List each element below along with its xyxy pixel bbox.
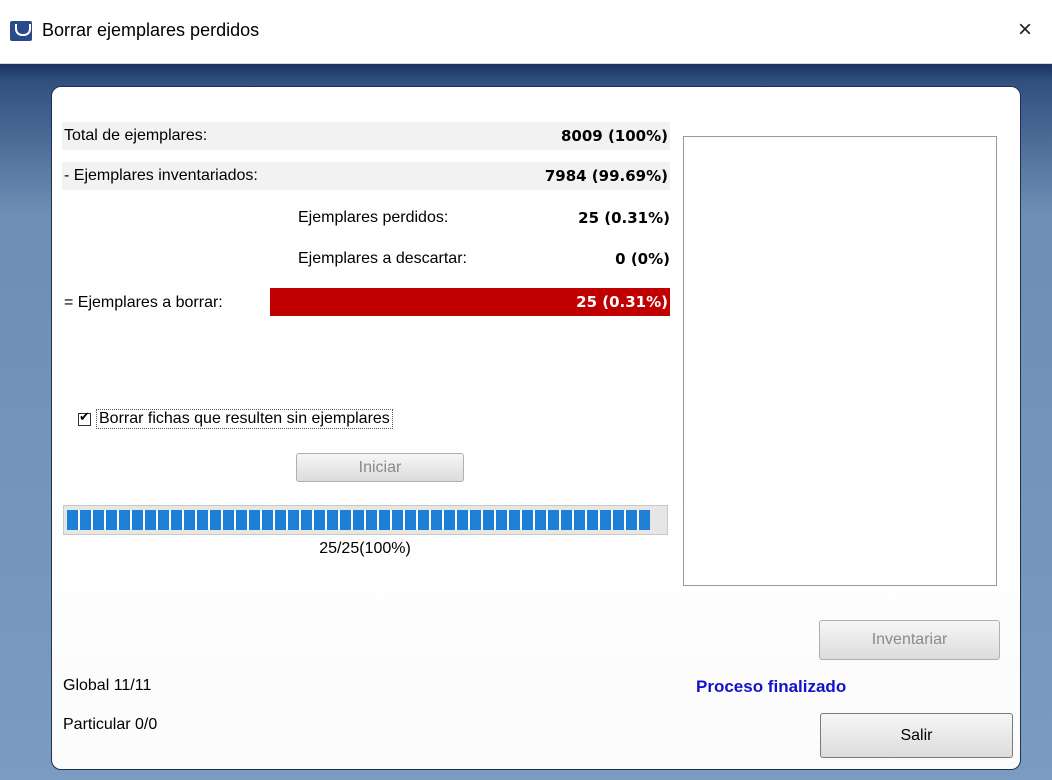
- progress-bar: [63, 505, 668, 535]
- window-title: Borrar ejemplares perdidos: [42, 20, 260, 40]
- inventoried-label: - Ejemplares inventariados:: [64, 167, 258, 184]
- lost-value: 25 (0.31%): [578, 209, 670, 227]
- delete-value: 25 (0.31%): [576, 293, 668, 311]
- delete-bar: 25 (0.31%): [270, 288, 670, 316]
- log-listbox[interactable]: [683, 136, 997, 586]
- close-icon[interactable]: ×: [1012, 16, 1038, 44]
- progress-text: 25/25(100%): [319, 540, 411, 557]
- title-bar: Borrar ejemplares perdidos ×: [0, 0, 1052, 64]
- total-value: 8009 (100%): [560, 127, 668, 145]
- progress-fill: [67, 510, 650, 530]
- status-text: Proceso finalizado: [696, 677, 847, 696]
- inventoried-row: - Ejemplares inventariados: 7984 (99.69%…: [62, 162, 670, 190]
- app-icon: [10, 21, 32, 41]
- delete-records-checkbox[interactable]: [78, 410, 91, 426]
- discard-value: 0 (0%): [615, 250, 670, 268]
- start-button[interactable]: Iniciar: [296, 453, 464, 482]
- inventory-button[interactable]: Inventariar: [819, 620, 1000, 660]
- total-label: Total de ejemplares:: [64, 127, 208, 144]
- lost-label: Ejemplares perdidos:: [298, 209, 449, 226]
- particular-counter: Particular 0/0: [63, 716, 158, 733]
- discard-label: Ejemplares a descartar:: [298, 250, 467, 267]
- exit-button[interactable]: Salir: [820, 713, 1013, 758]
- delete-label: = Ejemplares a borrar:: [64, 294, 223, 311]
- delete-records-label[interactable]: Borrar fichas que resulten sin ejemplare…: [96, 409, 393, 429]
- global-counter: Global 11/11: [63, 677, 152, 694]
- inventoried-value: 7984 (99.69%): [544, 167, 668, 185]
- total-row: Total de ejemplares: 8009 (100%): [62, 122, 670, 150]
